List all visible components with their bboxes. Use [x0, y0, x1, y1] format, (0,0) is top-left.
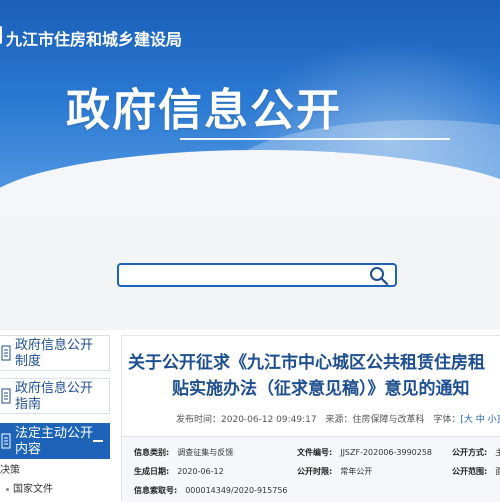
- info-label: 生成日期:: [134, 467, 170, 476]
- fontsize-label: 字体：: [433, 415, 461, 425]
- bullet-icon: [6, 487, 9, 491]
- info-public-method: 公开方式: 主动: [452, 447, 500, 458]
- article-title-line1: 关于公开征求《九江市中心城区公共租赁住房租: [128, 353, 485, 373]
- info-value: 常年公开: [340, 467, 373, 476]
- info-table: 信息类别: 调查征集与反馈 文件编号: JJSZF-202006-3990258 公…: [122, 436, 500, 502]
- search-button[interactable]: [369, 266, 389, 286]
- info-value: 主动: [495, 448, 500, 457]
- info-scope: 公开范围: 面向: [452, 466, 500, 477]
- info-label: 文件编号:: [297, 448, 333, 457]
- sidebar-subitem-national-documents[interactable]: 国家文件: [6, 480, 53, 495]
- info-public-time: 公开时限: 常年公开: [297, 466, 372, 477]
- publish-label: 发布时间：: [176, 415, 222, 425]
- info-doc-no: 文件编号: JJSZF-202006-3990258: [297, 447, 432, 458]
- info-value: 000014349/2020-915756: [185, 486, 288, 495]
- article-panel: 关于公开征求《九江市中心城区公共租赁住房租 贴实施办法（征求意见稿）》意见的通知…: [121, 335, 500, 502]
- document-icon: [1, 433, 11, 449]
- source-label: 来源：: [325, 415, 353, 425]
- info-label: 公开方式:: [452, 448, 488, 457]
- collapse-icon[interactable]: [93, 440, 103, 442]
- article-title-line2: 贴实施办法（征求意见稿）》意见的通知: [172, 379, 470, 399]
- site-logo[interactable]: [0, 26, 2, 44]
- sidebar-item-label: 政府信息公开制度: [15, 338, 94, 369]
- info-label: 公开时限:: [297, 467, 333, 476]
- sidebar-item-statutory-content[interactable]: 法定主动公开内容: [0, 423, 110, 459]
- info-value: 2020-06-12: [177, 467, 224, 476]
- document-icon: [1, 388, 11, 404]
- publish-time: 2020-06-12 09:49:17: [221, 415, 317, 425]
- sidebar-subitem-label: 国家文件: [13, 484, 53, 495]
- article-meta: 发布时间：2020-06-12 09:49:17 来源：住房保障与改革科 字体：…: [176, 412, 500, 425]
- info-value: JJSZF-202006-3990258: [340, 448, 433, 457]
- info-value: 面向: [495, 467, 500, 476]
- search-box: [117, 263, 397, 287]
- info-date: 生成日期: 2020-06-12: [134, 466, 224, 477]
- info-label: 公开范围:: [452, 467, 488, 476]
- sidebar-item-label: 法定主动公开内容: [15, 426, 94, 457]
- info-label: 信息类别:: [134, 448, 170, 457]
- info-index: 信息索取号: 000014349/2020-915756: [134, 485, 288, 496]
- document-icon: [1, 345, 11, 361]
- header-banner: 九江市住房和城乡建设局 政府信息公开: [0, 0, 500, 218]
- page-hero-title: 政府信息公开: [66, 85, 342, 136]
- info-category: 信息类别: 调查征集与反馈: [134, 447, 233, 458]
- sidebar-item-disclosure-system[interactable]: 政府信息公开制度: [0, 335, 110, 371]
- sidebar-item-disclosure-guide[interactable]: 政府信息公开指南: [0, 378, 110, 414]
- sidebar-subitem-label: 决策: [0, 465, 20, 476]
- site-name[interactable]: 九江市住房和城乡建设局: [6, 26, 182, 50]
- sidebar-subitem-decision[interactable]: 决策: [0, 461, 20, 476]
- hero-underline: [180, 138, 450, 140]
- search-input[interactable]: [125, 267, 369, 287]
- info-label: 信息索取号:: [134, 486, 178, 495]
- fontsize-switch[interactable]: [大 中 小]: [460, 415, 500, 425]
- info-value: 调查征集与反馈: [177, 448, 234, 457]
- source-value: 住房保障与改革科: [352, 415, 425, 425]
- search-icon: [370, 267, 389, 286]
- sidebar-item-label: 政府信息公开指南: [15, 381, 94, 412]
